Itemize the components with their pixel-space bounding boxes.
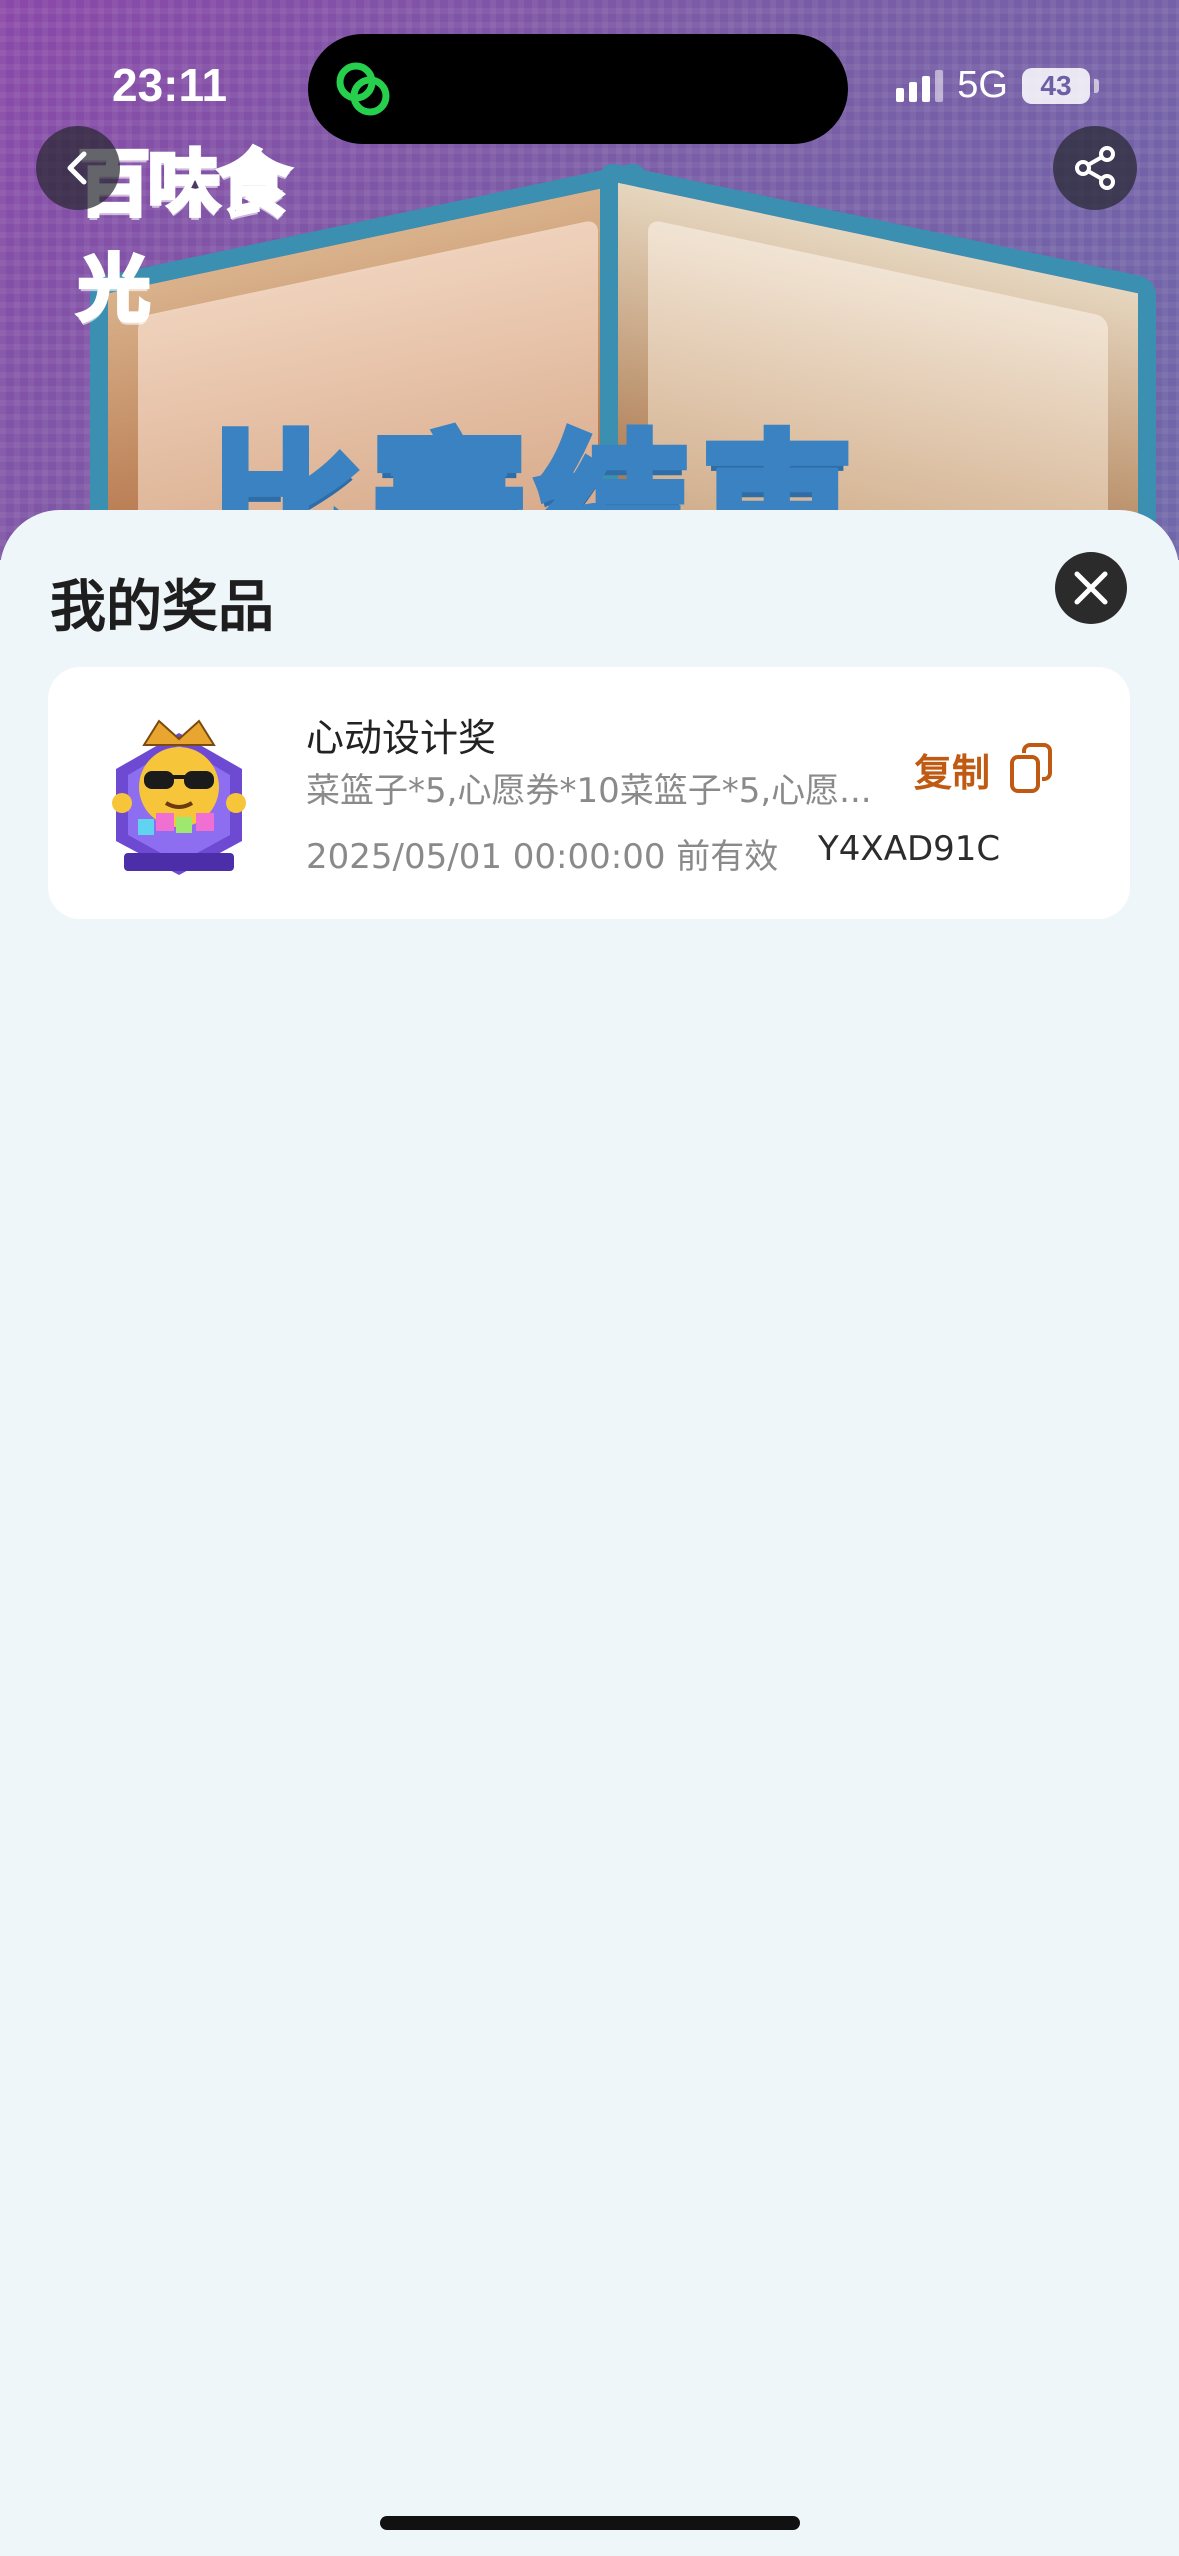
close-icon (1074, 571, 1108, 605)
share-button[interactable] (1053, 126, 1137, 210)
network-type: 5G (957, 64, 1008, 106)
sheet-title: 我的奖品 (50, 575, 274, 640)
prize-sheet: 我的奖品 心动设计奖 菜篮子*5,心愿券*10菜篮子*5,心愿... 2025/… (0, 510, 1179, 2556)
prize-code: Y4XAD91C (818, 829, 1001, 869)
copy-button[interactable]: 复制 (914, 739, 1056, 799)
prize-name: 心动设计奖 (306, 716, 497, 760)
close-button[interactable] (1055, 552, 1127, 624)
battery-tip (1094, 78, 1099, 93)
game-logo: 百味食光 (76, 140, 292, 333)
prize-card: 心动设计奖 菜篮子*5,心愿券*10菜篮子*5,心愿... 2025/05/01… (48, 667, 1130, 919)
signal-icon (896, 69, 944, 102)
dynamic-island (308, 34, 848, 144)
prize-badge-image (112, 719, 246, 875)
copy-label: 复制 (914, 750, 991, 795)
status-indicators: 5G 43 (896, 64, 1099, 107)
link-icon (336, 62, 390, 116)
home-indicator[interactable] (380, 2516, 800, 2530)
battery-icon: 43 (1022, 67, 1090, 104)
chevron-left-icon (67, 151, 87, 185)
prize-expiry: 2025/05/01 00:00:00 前有效 (306, 837, 779, 877)
back-button[interactable] (36, 126, 120, 210)
prize-description: 菜篮子*5,心愿券*10菜篮子*5,心愿... (306, 771, 872, 811)
share-icon (1075, 146, 1115, 190)
copy-icon (1010, 743, 1053, 793)
status-time: 23:11 (112, 59, 228, 111)
